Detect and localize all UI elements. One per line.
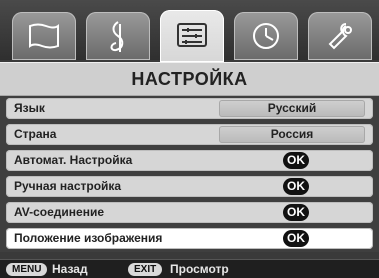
selected-value: Русский (267, 101, 317, 115)
row-label: Автомат. Настройка (14, 153, 133, 167)
tab-setup[interactable] (160, 10, 224, 62)
footer-hints: MENU Назад EXIT Просмотр (0, 259, 379, 278)
tab-timer[interactable] (234, 12, 298, 60)
selected-value: Россия (270, 127, 314, 141)
timer-icon (253, 23, 279, 49)
ok-button[interactable]: OK (283, 178, 309, 195)
page-title: НАСТРОЙКА (131, 69, 248, 89)
country-select[interactable]: Россия (219, 126, 365, 143)
ok-button[interactable]: OK (283, 230, 309, 247)
wrench-icon (328, 23, 352, 50)
sound-icon (110, 21, 124, 52)
row-label: Язык (14, 101, 45, 115)
language-select[interactable]: Русский (219, 100, 365, 117)
picture-icon (29, 23, 59, 49)
ok-button[interactable]: OK (283, 204, 309, 221)
tab-wrench[interactable] (308, 12, 372, 60)
row-label: Страна (14, 127, 57, 141)
row-language[interactable]: Язык Русский (6, 98, 373, 119)
tab-sound[interactable] (86, 12, 150, 60)
settings-list: Язык Русский Страна Россия Автомат. Наст… (0, 96, 379, 252)
setup-icon (177, 23, 207, 47)
exit-key[interactable]: EXIT (128, 263, 163, 276)
exit-hint: Просмотр (170, 262, 229, 276)
row-label: AV-соединение (14, 205, 105, 219)
menu-hint: Назад (52, 262, 88, 276)
row-manual-tuning[interactable]: Ручная настройка OK (6, 176, 373, 197)
row-av-connection[interactable]: AV-соединение OK (6, 202, 373, 223)
tab-picture[interactable] (12, 12, 76, 60)
menu-header: НАСТРОЙКА (0, 62, 379, 96)
row-label: Положение изображения (14, 231, 163, 245)
menu-key[interactable]: MENU (6, 263, 48, 276)
category-tabs (0, 0, 379, 62)
row-label: Ручная настройка (14, 179, 122, 193)
ok-button[interactable]: OK (283, 152, 309, 169)
tv-setup-screen: НАСТРОЙКА Язык Русский Страна Россия Авт… (0, 0, 379, 278)
row-auto-tuning[interactable]: Автомат. Настройка OK (6, 150, 373, 171)
row-picture-position[interactable]: Положение изображения OK (6, 228, 373, 249)
row-country[interactable]: Страна Россия (6, 124, 373, 145)
